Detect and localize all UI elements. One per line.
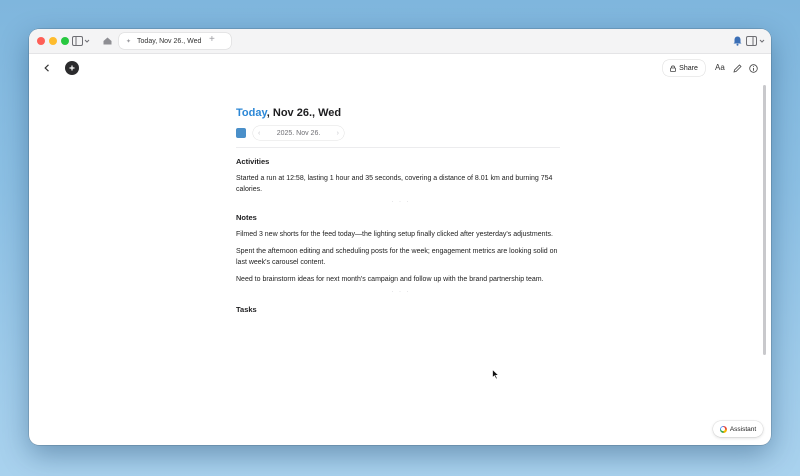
chevron-left-icon[interactable]: ‹ [258,130,260,137]
section-heading-activities: Activities [236,157,270,166]
pen-icon[interactable] [730,61,744,75]
info-icon[interactable] [746,61,760,75]
note-item[interactable]: Filmed 3 new shorts for the feed today—t… [236,229,566,240]
section-heading-tasks: Tasks [236,305,257,314]
section-heading-notes: Notes [236,213,257,222]
title-bar: ✦ Today, Nov 26., Wed + [29,29,771,54]
back-button[interactable] [40,61,54,75]
scrollbar[interactable] [763,85,766,355]
zoom-window-button[interactable] [61,37,69,45]
color-swatch[interactable] [236,128,246,138]
section-separator: · · · [391,289,411,295]
notification-bell-icon[interactable] [731,33,743,49]
assistant-button[interactable]: Assistant [713,421,763,437]
add-button[interactable] [65,61,79,75]
date-picker[interactable]: ‹ 2025. Nov 26. › [253,126,344,140]
note-content: Today, Nov 26., Wed ‹ 2025. Nov 26. › Ac… [236,107,566,314]
date-row: ‹ 2025. Nov 26. › [236,126,566,140]
sidebar-right-icon[interactable] [746,33,766,49]
tab-title: Today, Nov 26., Wed [137,37,202,45]
mouse-cursor-icon [492,369,500,380]
note-item[interactable]: Need to brainstorm ideas for next month'… [236,274,566,285]
home-icon[interactable] [102,33,112,49]
chevron-left-icon [44,64,49,72]
text-format-button[interactable]: Aa [715,63,725,72]
section-separator: · · · [391,199,411,205]
note-item[interactable]: Spent the afternoon editing and scheduli… [236,246,566,268]
lock-icon [670,65,677,72]
activity-item[interactable]: Started a run at 12:58, lasting 1 hour a… [236,173,566,195]
title-date: , Nov 26., Wed [266,107,342,119]
tab-page-icon: ✦ [126,38,132,45]
sidebar-toggle-icon[interactable] [72,33,90,49]
page-title: Today, Nov 26., Wed [236,107,566,119]
close-window-button[interactable] [37,37,45,45]
assistant-icon [719,425,727,433]
plus-circle-icon [69,65,75,71]
minimize-window-button[interactable] [49,37,57,45]
divider [236,147,560,148]
share-label: Share [679,64,698,72]
date-value: 2025. Nov 26. [276,129,321,137]
app-toolbar: Share Aa [29,54,771,82]
assistant-label: Assistant [729,425,757,433]
share-button[interactable]: Share [663,60,705,76]
title-today: Today [236,107,267,119]
plus-icon[interactable]: + [209,34,215,45]
chevron-right-icon[interactable]: › [337,130,339,137]
app-window: ✦ Today, Nov 26., Wed + Share Aa Today, … [29,29,771,445]
